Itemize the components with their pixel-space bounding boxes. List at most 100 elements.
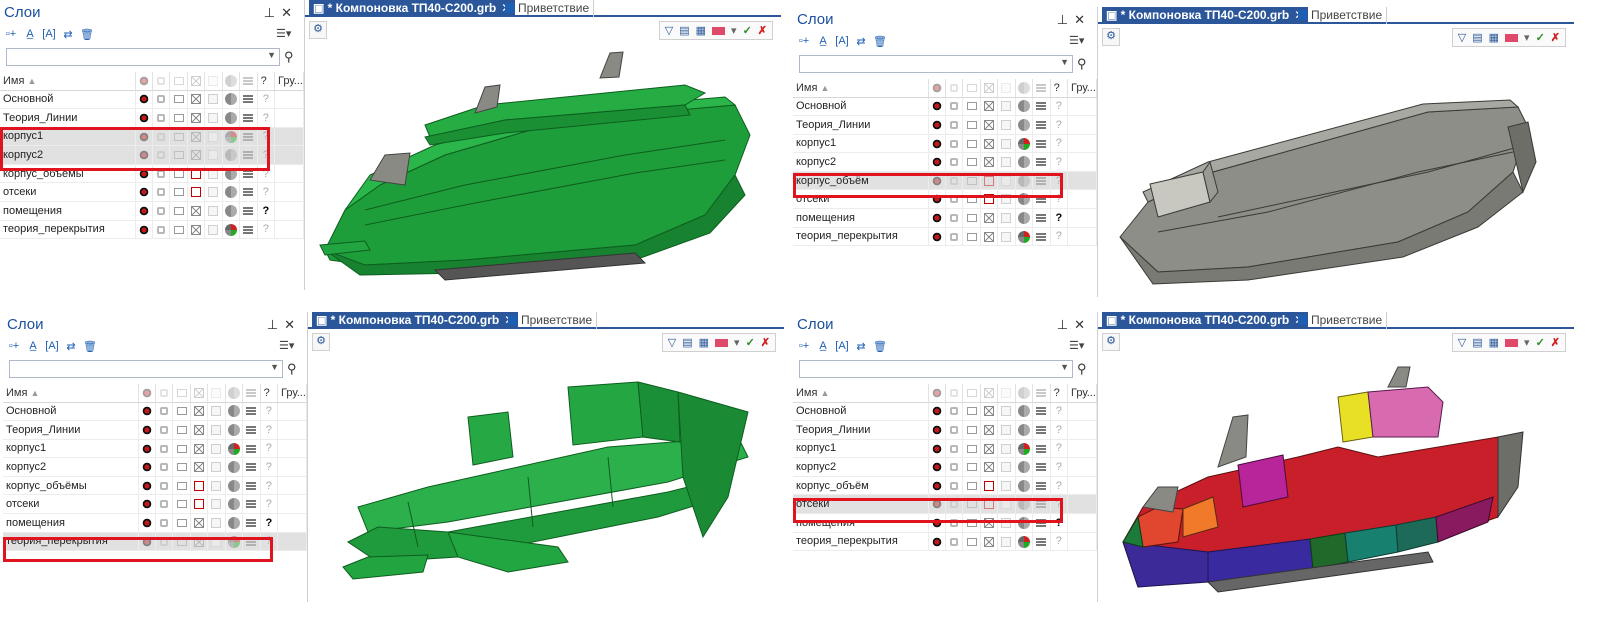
- cut-icon[interactable]: [191, 187, 202, 198]
- print-icon[interactable]: [173, 95, 184, 104]
- add-layer-icon[interactable]: ▫+: [4, 27, 18, 41]
- linetype-icon[interactable]: [243, 206, 254, 215]
- view-icon[interactable]: ▤: [1472, 336, 1482, 349]
- visibility-icon[interactable]: [138, 224, 149, 235]
- visibility-icon[interactable]: [141, 424, 152, 435]
- cut-icon[interactable]: [194, 406, 205, 417]
- select-checkbox-icon[interactable]: [208, 224, 219, 235]
- refresh-icon[interactable]: ⇄: [61, 27, 75, 41]
- linetype-icon[interactable]: [1036, 102, 1047, 111]
- print-icon[interactable]: [966, 463, 977, 472]
- pin-icon[interactable]: ⊥: [264, 5, 281, 20]
- apply-check-icon[interactable]: ✓: [746, 336, 755, 349]
- layer-row[interactable]: Теория_Линии?: [793, 115, 1098, 135]
- filter-icon[interactable]: ▽: [1458, 336, 1466, 349]
- cut-icon[interactable]: [191, 205, 202, 216]
- layer-row[interactable]: корпус1?: [793, 134, 1098, 154]
- ship-3d-model[interactable]: [1098, 357, 1574, 607]
- cut-icon[interactable]: [984, 462, 995, 473]
- color-icon[interactable]: [224, 223, 237, 236]
- color-icon[interactable]: [1017, 100, 1030, 113]
- cut-icon[interactable]: [984, 406, 995, 417]
- print-header[interactable]: [172, 384, 191, 403]
- color-icon[interactable]: [1017, 211, 1030, 224]
- lock-icon[interactable]: [950, 213, 959, 222]
- color-icon[interactable]: [1017, 461, 1030, 474]
- column-name-header[interactable]: Имя ▲: [793, 79, 929, 98]
- layer-row[interactable]: корпус2?: [3, 457, 308, 477]
- print-header[interactable]: [962, 79, 981, 98]
- lock-icon[interactable]: [160, 463, 169, 472]
- view-cube-icon[interactable]: ⚙: [1102, 28, 1120, 46]
- layers-toggle-icon[interactable]: ▦: [1489, 336, 1499, 349]
- lock-icon[interactable]: [950, 481, 959, 490]
- linetype-icon[interactable]: [1036, 213, 1047, 222]
- color-icon[interactable]: [227, 405, 240, 418]
- view-icon[interactable]: ▤: [679, 24, 689, 37]
- color-icon[interactable]: [1017, 442, 1030, 455]
- column-name-header[interactable]: Имя ▲: [793, 384, 929, 403]
- cut-icon[interactable]: [191, 112, 202, 123]
- linetype-icon[interactable]: [243, 113, 254, 122]
- visibility-icon[interactable]: [931, 119, 942, 130]
- tab-welcome[interactable]: Приветствие: [504, 312, 598, 329]
- lock-icon[interactable]: [157, 113, 166, 122]
- layer-row[interactable]: Основной?: [3, 402, 308, 422]
- color-icon[interactable]: [227, 442, 240, 455]
- color-icon[interactable]: [1017, 423, 1030, 436]
- color-icon[interactable]: [227, 516, 240, 529]
- layer-row[interactable]: отсеки?: [3, 494, 308, 515]
- color-icon[interactable]: [227, 498, 240, 511]
- render-mode-icon[interactable]: [1505, 33, 1519, 42]
- lock-icon[interactable]: [157, 225, 166, 234]
- select-checkbox-icon[interactable]: [208, 112, 219, 123]
- print-icon[interactable]: [966, 232, 977, 241]
- select-checkbox-icon[interactable]: [1001, 480, 1012, 491]
- color-header[interactable]: [225, 384, 244, 403]
- layer-row[interactable]: теория_перекрытия?: [793, 227, 1098, 247]
- visibility-icon[interactable]: [141, 517, 152, 528]
- ship-3d-model[interactable]: [305, 45, 781, 295]
- print-icon[interactable]: [176, 425, 187, 434]
- layer-text-icon[interactable]: [A]: [835, 34, 849, 48]
- select-header[interactable]: [997, 79, 1016, 98]
- tab-welcome[interactable]: Приветствие: [1294, 312, 1388, 329]
- print-icon[interactable]: [966, 213, 977, 222]
- column-group-header[interactable]: Гру...: [1067, 79, 1098, 98]
- cut-header[interactable]: [980, 79, 999, 98]
- cut-icon[interactable]: [984, 231, 995, 242]
- search-icon[interactable]: ⚲: [1077, 361, 1087, 377]
- cut-header[interactable]: [190, 384, 209, 403]
- layer-row[interactable]: Теория_Линии?: [3, 420, 308, 440]
- cut-icon[interactable]: [984, 480, 995, 491]
- filter-icon[interactable]: ▽: [668, 336, 676, 349]
- lock-icon[interactable]: [160, 425, 169, 434]
- render-mode-icon[interactable]: [715, 338, 729, 347]
- visibility-header[interactable]: [928, 79, 947, 98]
- visibility-header[interactable]: [138, 384, 157, 403]
- cut-icon[interactable]: [984, 138, 995, 149]
- lock-icon[interactable]: [950, 120, 959, 129]
- lock-icon[interactable]: [160, 444, 169, 453]
- visibility-icon[interactable]: [141, 462, 152, 473]
- print-icon[interactable]: [966, 537, 977, 546]
- tab-welcome[interactable]: Приветствие: [1294, 7, 1388, 24]
- rename-layer-icon[interactable]: A̲: [26, 339, 40, 353]
- color-icon[interactable]: [1017, 137, 1030, 150]
- ship-3d-model[interactable]: [1098, 52, 1574, 302]
- filter-icon[interactable]: ▽: [1458, 31, 1466, 44]
- visibility-icon[interactable]: [141, 480, 152, 491]
- tab-welcome[interactable]: Приветствие: [501, 0, 595, 17]
- visibility-icon[interactable]: [931, 536, 942, 547]
- print-icon[interactable]: [173, 113, 184, 122]
- refresh-icon[interactable]: ⇄: [64, 339, 78, 353]
- select-header[interactable]: [207, 384, 226, 403]
- select-checkbox-icon[interactable]: [1001, 101, 1012, 112]
- print-icon[interactable]: [176, 463, 187, 472]
- print-icon[interactable]: [176, 518, 187, 527]
- linetype-icon[interactable]: [246, 518, 257, 527]
- lock-header[interactable]: [945, 79, 964, 98]
- view-menu-icon[interactable]: ☰▾: [1069, 339, 1084, 352]
- filter-input[interactable]: ▼: [799, 360, 1073, 378]
- cancel-x-icon[interactable]: ✗: [758, 24, 767, 37]
